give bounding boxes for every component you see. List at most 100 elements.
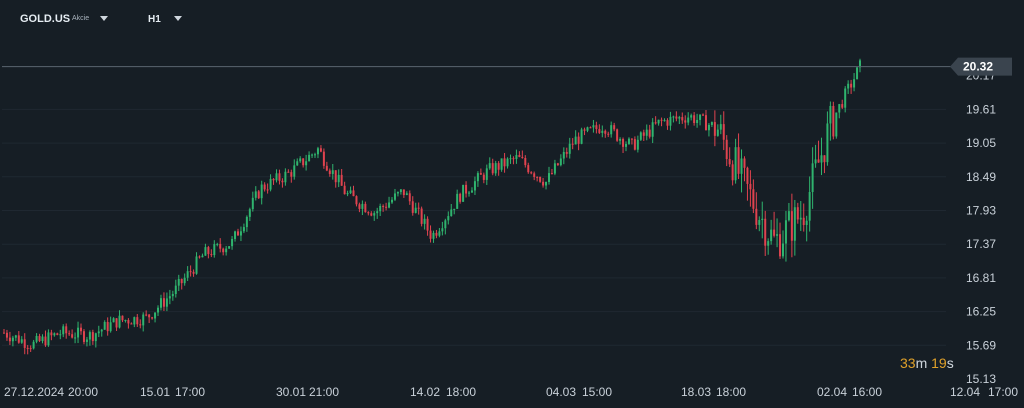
candle-body: [779, 234, 782, 257]
candle-body: [844, 88, 847, 108]
candle-body: [450, 209, 453, 217]
candle-body: [696, 119, 699, 124]
candle-body: [8, 337, 11, 342]
candle-body: [299, 158, 302, 162]
candle-body: [604, 130, 607, 134]
candle-body: [118, 315, 121, 328]
candle-body: [702, 114, 705, 116]
candle-body: [222, 248, 225, 253]
candle-body: [228, 246, 231, 249]
candle-body: [388, 202, 391, 208]
candle-body: [420, 208, 423, 224]
candle-body: [189, 271, 192, 273]
candle-body: [619, 138, 622, 141]
candle-body: [598, 129, 601, 133]
candle-body: [722, 124, 725, 140]
candle-body: [204, 247, 207, 256]
candle-body: [284, 171, 287, 183]
candle-body: [687, 117, 690, 123]
candle-body: [331, 170, 334, 174]
candle-body: [213, 244, 216, 256]
candle-body: [38, 335, 41, 342]
symbol-label[interactable]: GOLD.US: [20, 13, 70, 25]
price-tag-value: 20.32: [963, 60, 993, 74]
candle-body: [151, 317, 154, 319]
candle-body: [713, 122, 716, 136]
candle-body: [642, 132, 645, 136]
candle-body: [77, 327, 80, 338]
candle-body: [707, 124, 710, 131]
candle-body: [367, 212, 370, 214]
candle-body: [325, 165, 328, 171]
candle-body: [684, 120, 687, 123]
candle-body: [473, 181, 476, 191]
candle-body: [225, 248, 228, 253]
candle-body: [536, 176, 539, 178]
chart-toolbar: GOLD.US Akcie H1: [0, 0, 1024, 36]
candle-body: [275, 173, 278, 181]
candle-body: [180, 278, 183, 284]
candle-body: [56, 333, 59, 335]
candle-body: [88, 332, 91, 340]
candle-body: [485, 168, 488, 180]
candle-body: [391, 199, 394, 203]
candle-body: [479, 173, 482, 175]
candle-body: [823, 155, 826, 163]
candle-body: [633, 139, 636, 150]
candle-body: [426, 218, 429, 231]
candle-body: [74, 337, 77, 339]
candle-body: [195, 256, 198, 274]
candle-body: [657, 119, 660, 124]
chevron-down-icon[interactable]: [100, 16, 108, 21]
candle-body: [595, 125, 598, 130]
candle-body: [376, 211, 379, 214]
candle-body: [124, 320, 127, 322]
candle-body: [817, 159, 820, 163]
candle-body: [571, 143, 574, 145]
candle-body: [231, 238, 234, 247]
candle-body: [841, 104, 844, 108]
x-tick-label: 30.01: [276, 385, 306, 399]
timer-seconds: 19: [931, 355, 947, 371]
candle-body: [245, 216, 248, 228]
x-tick-label: 02.04: [817, 385, 847, 399]
candle-body: [512, 158, 515, 160]
candle-body: [257, 191, 260, 199]
candle-body: [352, 190, 355, 197]
candle-body: [568, 143, 571, 154]
candle-body: [408, 193, 411, 202]
candle-body: [165, 298, 168, 307]
candle-body: [100, 329, 103, 332]
candle-body: [678, 117, 681, 119]
candle-body: [5, 332, 8, 338]
candle-body: [157, 307, 160, 313]
candle-body: [207, 247, 210, 255]
candle-body: [669, 116, 672, 126]
candle-body: [337, 174, 340, 183]
candle-body: [23, 339, 26, 348]
candle-body: [648, 129, 651, 137]
candle-body: [654, 122, 657, 124]
candle-body: [305, 161, 308, 166]
candle-body: [340, 174, 343, 186]
x-tick-label: 18:00: [446, 385, 476, 399]
candle-body: [263, 184, 266, 190]
y-tick-label: 18.49: [966, 170, 996, 184]
price-chart[interactable]: 20.1719.6119.0518.4917.9317.3716.8116.25…: [0, 0, 1024, 408]
candle-body: [672, 116, 675, 118]
chevron-down-icon[interactable]: [174, 16, 182, 21]
candle-body: [542, 181, 545, 186]
candle-body: [97, 331, 100, 334]
candle-body: [17, 335, 20, 343]
x-tick-label: 15.01: [140, 385, 170, 399]
candle-body: [91, 332, 94, 342]
candle-body: [62, 326, 65, 335]
candle-body: [343, 185, 346, 195]
candle-body: [790, 211, 793, 241]
candle-body: [545, 181, 548, 186]
candle-body: [752, 189, 755, 209]
candle-body: [198, 256, 201, 258]
candle-body: [174, 285, 177, 295]
candle-body: [586, 127, 589, 131]
timeframe-label[interactable]: H1: [148, 14, 161, 25]
